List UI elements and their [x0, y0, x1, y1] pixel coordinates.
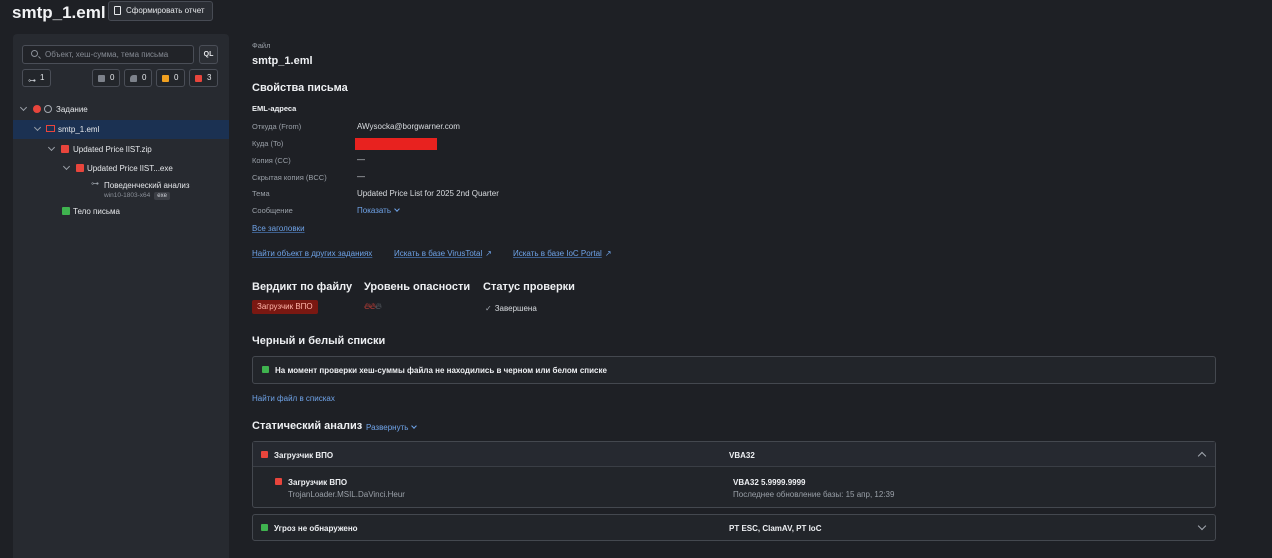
- eml-addresses-title: EML-адреса: [252, 104, 297, 113]
- static-group-clean[interactable]: Угроз не обнаружено PT ESC, ClamAV, PT I…: [252, 514, 1216, 541]
- field-value-subject: Updated Price List for 2025 2nd Quarter: [357, 189, 499, 198]
- field-label-bcc: Скрытая копия (BCC): [252, 173, 327, 182]
- find-in-other-tasks-link[interactable]: Найти объект в других заданиях: [252, 249, 372, 258]
- tree-count-button[interactable]: ⊶ 1: [22, 69, 51, 87]
- chevron-up-icon[interactable]: [1197, 451, 1207, 461]
- exe-tag: exe: [154, 192, 170, 200]
- detail-engine-version: VBA32 5.9999.9999: [733, 478, 806, 487]
- chevron-down-icon: [47, 143, 56, 152]
- gray-clock-icon: [130, 75, 137, 82]
- green-status-icon: [262, 366, 269, 373]
- tree-item-smtp-eml[interactable]: smtp_1.eml: [13, 120, 229, 139]
- external-link-icon: ↗: [604, 249, 612, 258]
- ql-button[interactable]: QL: [199, 45, 218, 64]
- check-status-value: ✓ Завершена: [485, 304, 537, 313]
- filter-gray2-button[interactable]: 0: [124, 69, 152, 87]
- expand-link[interactable]: Развернуть: [366, 423, 418, 432]
- field-label-subject: Тема: [252, 189, 270, 198]
- red-status-icon: [275, 478, 282, 485]
- orange-status-icon: [162, 75, 169, 82]
- chevron-down-icon: [62, 162, 71, 171]
- static-analysis-title: Статический анализ: [252, 420, 363, 432]
- all-headers-link[interactable]: Все заголовки: [252, 224, 305, 233]
- search-input[interactable]: [45, 48, 190, 61]
- page-title: smtp_1.eml: [12, 3, 106, 22]
- lists-title: Черный и белый списки: [252, 335, 386, 347]
- mail-icon: [46, 125, 55, 132]
- field-value-cc: —: [357, 155, 365, 164]
- red-status-icon: [61, 145, 69, 153]
- verdict-title: Вердикт по файлу: [252, 281, 353, 293]
- detail-signature: TrojanLoader.MSIL.DaVinci.Heur: [288, 490, 405, 499]
- mail-properties-title: Свойства письма: [252, 82, 348, 94]
- tree-item-behavior-analysis[interactable]: ⊶ Поведенческий анализ win10-1803-x64 exe: [13, 176, 229, 202]
- filter-red-button[interactable]: 3: [189, 69, 218, 87]
- green-status-icon: [62, 207, 70, 215]
- red-status-icon: [261, 451, 268, 458]
- search-box[interactable]: [22, 45, 194, 64]
- red-status-icon: [76, 164, 84, 172]
- tree-item-task[interactable]: Задание: [13, 100, 229, 119]
- generate-report-button[interactable]: Сформировать отчет: [108, 1, 213, 21]
- document-icon: [114, 6, 121, 15]
- check-status-title: Статус проверки: [483, 281, 575, 293]
- checkmark-icon: ✓: [485, 304, 492, 313]
- virustotal-link[interactable]: Искать в базе VirusTotal ↗: [394, 249, 492, 258]
- lists-info-box: На момент проверки хеш-суммы файла не на…: [252, 356, 1216, 384]
- field-label-cc: Копия (CC): [252, 156, 291, 165]
- redacted-block: [355, 138, 437, 150]
- circle-icon: [44, 105, 52, 113]
- danger-level-flames: 🔥︎🔥︎🔥︎: [364, 301, 382, 312]
- file-name: smtp_1.eml: [252, 55, 313, 67]
- red-dot-icon: [33, 105, 41, 113]
- flame-icon-inactive: 🔥︎: [375, 301, 382, 311]
- filter-gray-button[interactable]: 0: [92, 69, 120, 87]
- tree-item-zip[interactable]: Updated Price lIST.zip: [13, 140, 229, 159]
- field-label-to: Куда (To): [252, 139, 284, 148]
- gray-status-icon: [98, 75, 105, 82]
- detail-db-update: Последнее обновление базы: 15 апр, 12:39: [733, 490, 895, 499]
- chevron-down-icon[interactable]: [1197, 521, 1207, 531]
- field-label-message: Сообщение: [252, 206, 293, 215]
- danger-level-title: Уровень опасности: [364, 281, 471, 293]
- field-label-from: Откуда (From): [252, 122, 302, 131]
- detail-verdict: Загрузчик ВПО: [288, 478, 348, 487]
- behavior-tree-icon: ⊶: [91, 179, 99, 188]
- field-value-from: AWysocka@borgwarner.com: [357, 122, 460, 131]
- tree-item-mail-body[interactable]: Тело письма: [13, 202, 229, 221]
- verdict-badge: Загрузчик ВПО: [252, 300, 318, 314]
- search-icon: [31, 50, 38, 57]
- find-in-lists-link[interactable]: Найти файл в списках: [252, 394, 335, 403]
- file-label: Файл: [252, 41, 271, 50]
- static-group-header[interactable]: Загрузчик ВПО VBA32: [253, 442, 1215, 467]
- external-link-icon: ↗: [485, 249, 492, 258]
- red-status-icon: [195, 75, 202, 82]
- show-message-link[interactable]: Показать: [357, 206, 400, 215]
- chevron-down-icon: [19, 103, 28, 112]
- chevron-down-icon: [33, 123, 42, 132]
- filter-orange-button[interactable]: 0: [156, 69, 185, 87]
- tree-structure-icon: ⊶: [28, 76, 36, 85]
- generate-report-label: Сформировать отчет: [126, 6, 205, 15]
- ioc-portal-link[interactable]: Искать в базе IoC Portal ↗: [513, 249, 612, 258]
- green-status-icon: [261, 524, 268, 531]
- field-value-bcc: —: [357, 172, 365, 181]
- chevron-down-icon: [394, 206, 400, 212]
- chevron-down-icon: [411, 423, 418, 429]
